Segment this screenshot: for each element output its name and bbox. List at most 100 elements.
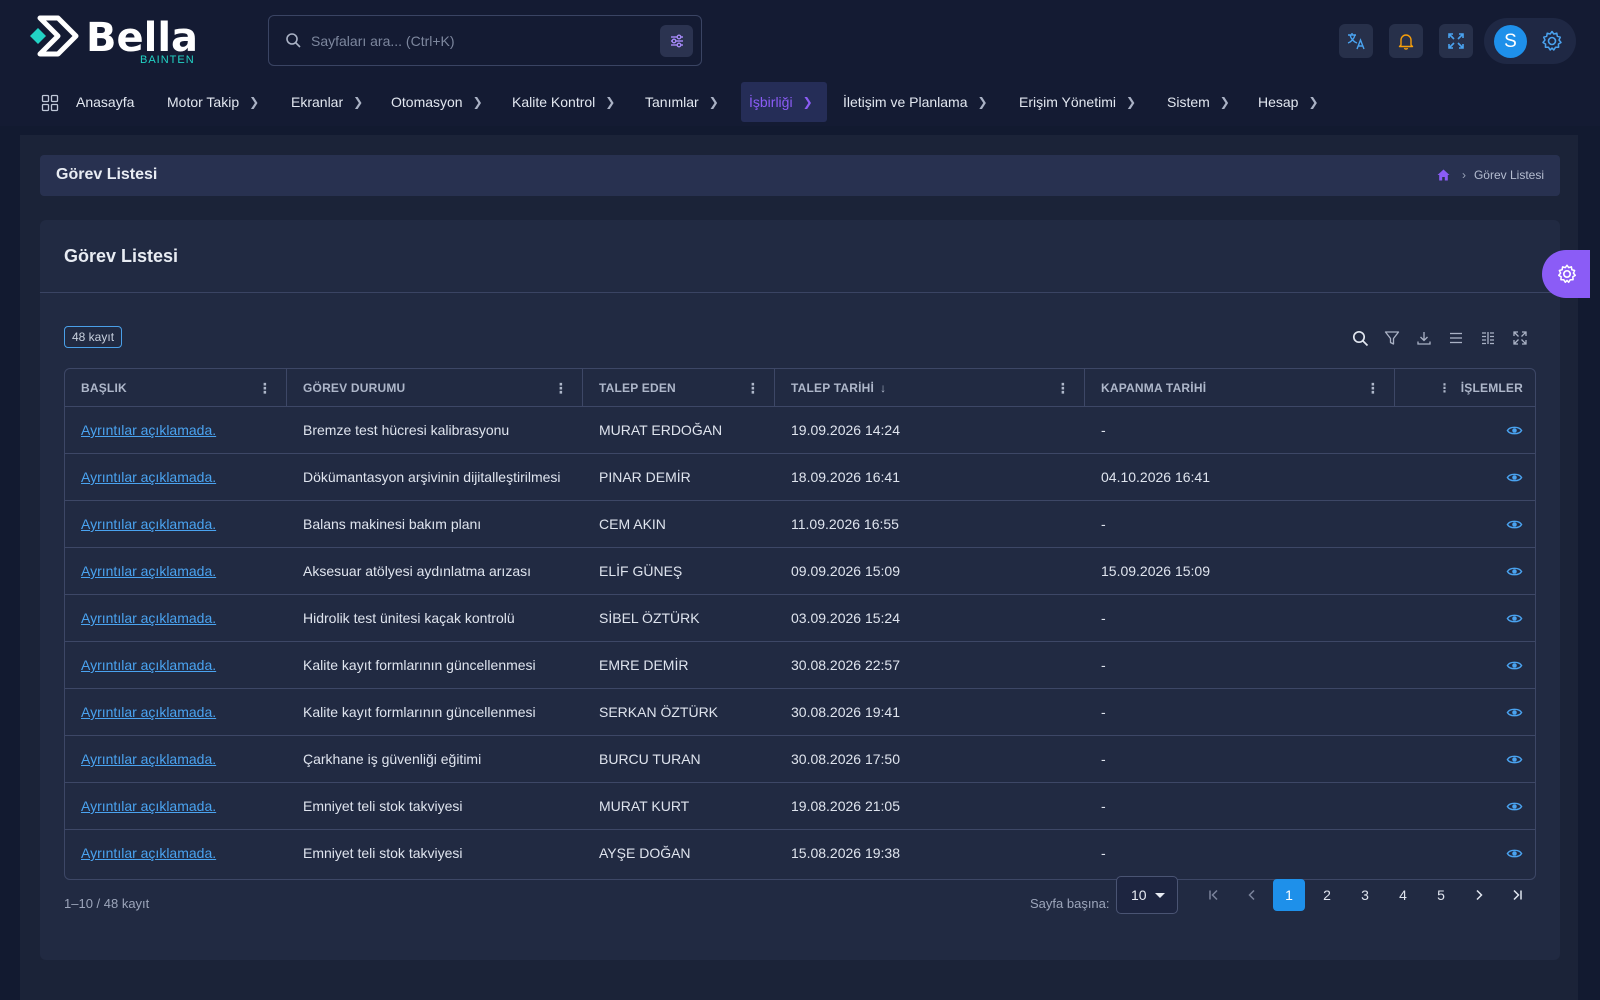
- nav-item-hesap[interactable]: Hesap ❯: [1250, 82, 1327, 122]
- eye-icon[interactable]: [1506, 563, 1523, 580]
- page-button-5[interactable]: 5: [1425, 879, 1457, 911]
- next-page-button[interactable]: [1463, 879, 1495, 911]
- task-title-link[interactable]: Ayrıntılar açıklamada.: [81, 610, 216, 626]
- nav-label: İletişim ve Planlama: [843, 94, 968, 110]
- task-title-link[interactable]: Ayrıntılar açıklamada.: [81, 469, 216, 485]
- page-button-4[interactable]: 4: [1387, 879, 1419, 911]
- table-columns-button[interactable]: [1472, 328, 1504, 348]
- search-icon: [1352, 330, 1368, 346]
- chevron-right-icon: ❯: [802, 95, 813, 109]
- table-row[interactable]: Ayrıntılar açıklamada. Dökümantasyon arşi…: [65, 454, 1535, 501]
- search-input[interactable]: [311, 28, 641, 54]
- table-download-button[interactable]: [1408, 328, 1440, 348]
- theme-settings-button[interactable]: [1542, 250, 1590, 298]
- nav-label: Erişim Yönetimi: [1019, 94, 1116, 110]
- brand-logo[interactable]: Bella BAINTEN: [28, 14, 228, 66]
- table-row[interactable]: Ayrıntılar açıklamada. Kalite kayıt forml…: [65, 689, 1535, 736]
- eye-icon[interactable]: [1506, 798, 1523, 815]
- cell-status: Dökümantasyon arşivinin dijitalleştirilm…: [303, 469, 561, 485]
- table-row[interactable]: Ayrıntılar açıklamada. Emniyet teli stok …: [65, 783, 1535, 830]
- column-menu-icon[interactable]: ⋮: [554, 380, 568, 397]
- prev-page-button[interactable]: [1236, 879, 1268, 911]
- task-title-link[interactable]: Ayrıntılar açıklamada.: [81, 516, 216, 532]
- last-page-icon: [1513, 889, 1522, 901]
- table-density-button[interactable]: [1440, 328, 1472, 348]
- cell-requester: SİBEL ÖZTÜRK: [599, 610, 700, 626]
- table-row[interactable]: Ayrıntılar açıklamada. Balans makinesi ba…: [65, 501, 1535, 548]
- nav-item-anasayfa[interactable]: Anasayfa: [68, 82, 142, 122]
- table-row[interactable]: Ayrıntılar açıklamada. Kalite kayıt forml…: [65, 642, 1535, 689]
- cell-requested: 11.09.2026 16:55: [791, 516, 899, 532]
- page-button-3[interactable]: 3: [1349, 879, 1381, 911]
- nav-item-sistem[interactable]: Sistem ❯: [1159, 82, 1238, 122]
- column-header-islemler[interactable]: ⋮ İŞLEMLER: [1395, 369, 1535, 407]
- cell-requester: MURAT KURT: [599, 798, 690, 814]
- task-title-link[interactable]: Ayrıntılar açıklamada.: [81, 657, 216, 673]
- column-menu-icon[interactable]: ⋮: [1366, 380, 1380, 397]
- eye-icon[interactable]: [1506, 751, 1523, 768]
- column-header-kapanma-tarihi[interactable]: KAPANMA TARİHİ ⋮: [1085, 369, 1395, 407]
- cell-status: Kalite kayıt formlarının güncellenmesi: [303, 704, 536, 720]
- eye-icon[interactable]: [1506, 845, 1523, 862]
- column-header-talep-eden[interactable]: TALEP EDEN ⋮: [583, 369, 775, 407]
- eye-icon[interactable]: [1506, 610, 1523, 627]
- per-page-select[interactable]: 10: [1116, 876, 1178, 914]
- table-filter-button[interactable]: [1376, 328, 1408, 348]
- search-settings-button[interactable]: [660, 25, 693, 57]
- nav-item-ekranlar[interactable]: Ekranlar ❯: [283, 82, 371, 122]
- cell-closed: 04.10.2026 16:41: [1101, 469, 1210, 485]
- table-fullscreen-button[interactable]: [1504, 328, 1536, 348]
- page-button-2[interactable]: 2: [1311, 879, 1343, 911]
- column-header-gorev-durumu[interactable]: GÖREV DURUMU ⋮: [287, 369, 583, 407]
- task-title-link[interactable]: Ayrıntılar açıklamada.: [81, 751, 216, 767]
- table-search-button[interactable]: [1344, 328, 1376, 348]
- column-header-baslik[interactable]: BAŞLIK ⋮: [65, 369, 287, 407]
- cell-requested: 18.09.2026 16:41: [791, 469, 900, 485]
- nav-item-erisim-yonetimi[interactable]: Erişim Yönetimi ❯: [1011, 82, 1144, 122]
- task-title-link[interactable]: Ayrıntılar açıklamada.: [81, 798, 216, 814]
- nav-item-kalite-kontrol[interactable]: Kalite Kontrol ❯: [504, 82, 623, 122]
- column-menu-icon[interactable]: ⋮: [746, 380, 760, 397]
- user-menu[interactable]: S: [1484, 18, 1576, 64]
- eye-icon[interactable]: [1506, 469, 1523, 486]
- eye-icon[interactable]: [1506, 422, 1523, 439]
- cell-title: Ayrıntılar açıklamada.: [65, 736, 287, 782]
- nav-item-isbirligi[interactable]: İşbirliği ❯: [741, 82, 827, 122]
- fullscreen-button[interactable]: [1439, 24, 1473, 58]
- home-icon[interactable]: [1437, 169, 1450, 181]
- table-row[interactable]: Ayrıntılar açıklamada. Aksesuar atölyesi …: [65, 548, 1535, 595]
- table-row[interactable]: Ayrıntılar açıklamada. Hidrolik test ünit…: [65, 595, 1535, 642]
- first-page-button[interactable]: [1198, 879, 1230, 911]
- column-menu-icon[interactable]: ⋮: [1439, 381, 1451, 395]
- cell-requester: AYŞE DOĞAN: [599, 845, 691, 861]
- cell-title: Ayrıntılar açıklamada.: [65, 454, 287, 500]
- column-label: GÖREV DURUMU: [303, 381, 406, 395]
- task-title-link[interactable]: Ayrıntılar açıklamada.: [81, 563, 216, 579]
- column-header-talep-tarihi[interactable]: TALEP TARİHİ ↓ ⋮: [775, 369, 1085, 407]
- task-title-link[interactable]: Ayrıntılar açıklamada.: [81, 845, 216, 861]
- eye-icon[interactable]: [1506, 704, 1523, 721]
- table-row[interactable]: Ayrıntılar açıklamada. Bremze test hücres…: [65, 407, 1535, 454]
- cell-title: Ayrıntılar açıklamada.: [65, 548, 287, 594]
- nav-item-tanimlar[interactable]: Tanımlar ❯: [637, 82, 727, 122]
- nav-item-otomasyon[interactable]: Otomasyon ❯: [383, 82, 491, 122]
- eye-icon[interactable]: [1506, 657, 1523, 674]
- task-title-link[interactable]: Ayrıntılar açıklamada.: [81, 422, 216, 438]
- cell-requester: SERKAN ÖZTÜRK: [599, 704, 719, 720]
- cell-closed: -: [1101, 798, 1106, 814]
- page-button-1[interactable]: 1: [1273, 879, 1305, 911]
- cell-requested: 19.08.2026 21:05: [791, 798, 900, 814]
- column-menu-icon[interactable]: ⋮: [258, 380, 272, 397]
- last-page-button[interactable]: [1501, 879, 1533, 911]
- gear-icon[interactable]: [1540, 29, 1564, 53]
- translate-button[interactable]: [1339, 24, 1373, 58]
- table-row[interactable]: Ayrıntılar açıklamada. Çarkhane iş güvenl…: [65, 736, 1535, 783]
- task-title-link[interactable]: Ayrıntılar açıklamada.: [81, 704, 216, 720]
- nav-item-motor-takip[interactable]: Motor Takip ❯: [159, 82, 267, 122]
- avatar[interactable]: S: [1494, 25, 1527, 58]
- table-row[interactable]: Ayrıntılar açıklamada. Emniyet teli stok …: [65, 830, 1535, 877]
- notifications-button[interactable]: [1389, 24, 1423, 58]
- eye-icon[interactable]: [1506, 516, 1523, 533]
- nav-item-iletisim-ve-planlama[interactable]: İletişim ve Planlama ❯: [835, 82, 996, 122]
- column-menu-icon[interactable]: ⋮: [1056, 380, 1070, 397]
